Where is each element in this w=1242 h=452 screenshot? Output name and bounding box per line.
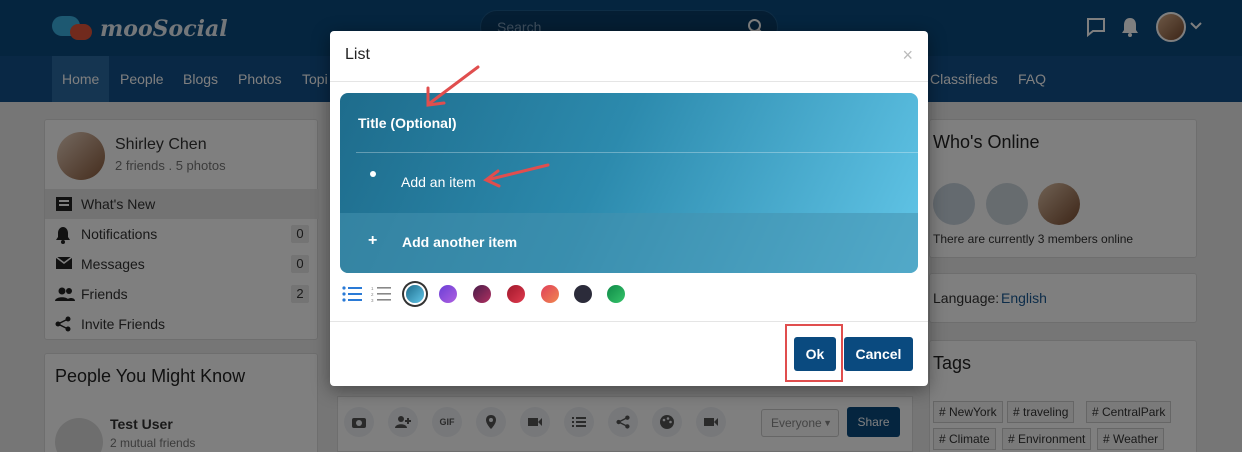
arrow-to-title	[426, 65, 480, 107]
annotation-arrows	[426, 65, 550, 188]
arrow-to-item	[483, 163, 550, 188]
